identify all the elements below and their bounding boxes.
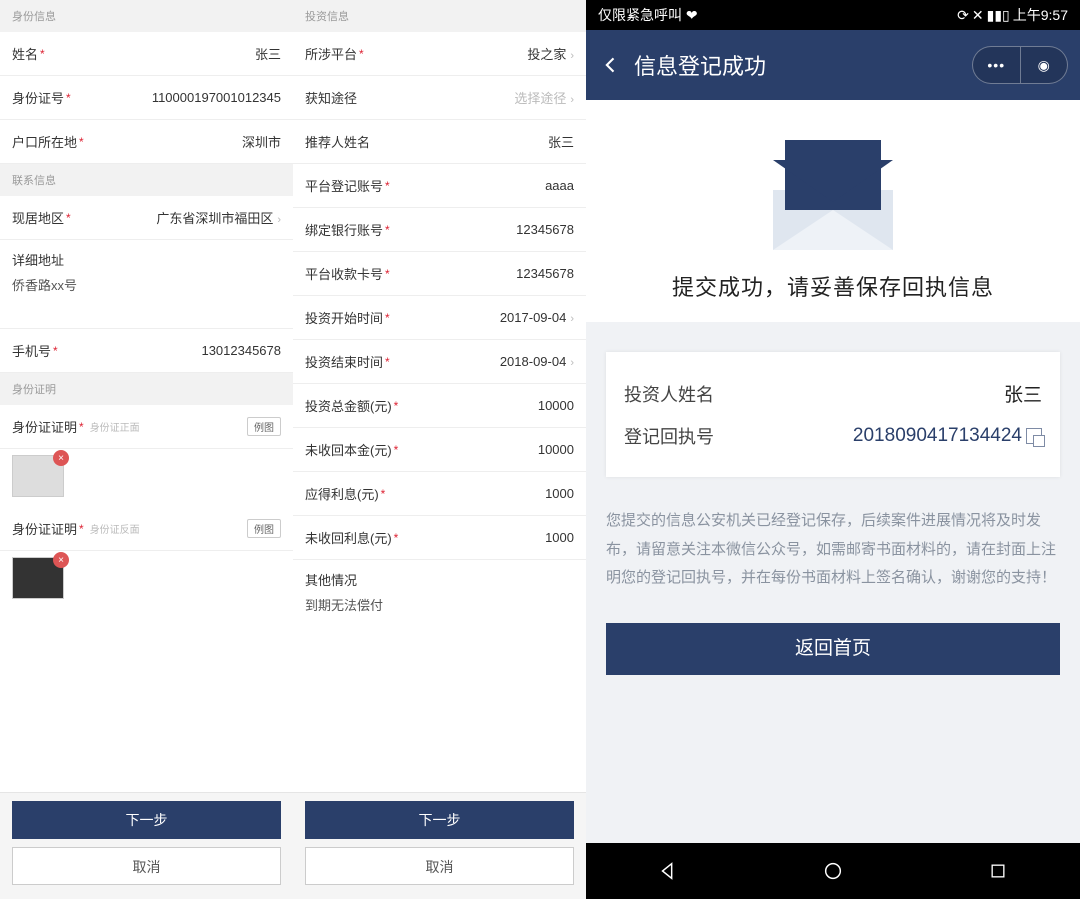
chevron-right-icon: › [277,214,281,226]
row-paycard[interactable]: 平台收款卡号* 12345678 [293,252,586,296]
value-name: 张三 [255,44,281,63]
value-receipt-no: 2018090417134424 [853,425,1042,447]
receipt-card: 投资人姓名 张三 登记回执号 2018090417134424 [606,352,1060,477]
cancel-button[interactable]: 取消 [305,847,574,885]
nav-recent-icon[interactable] [985,858,1011,884]
android-navbar [586,843,1080,899]
row-uinterest[interactable]: 未收回利息(元)* 1000 [293,516,586,560]
policy-note: 您提交的信息公安机关已经登记保存，后续案件进展情况将及时发布，请留意关注本微信公… [606,507,1060,593]
envelope-icon [773,140,893,250]
card-row-receipt: 登记回执号 2018090417134424 [624,415,1042,457]
row-bank[interactable]: 绑定银行账号* 12345678 [293,208,586,252]
card-row-name: 投资人姓名 张三 [624,372,1042,415]
footer: 下一步 取消 [0,792,293,899]
row-total[interactable]: 投资总金额(元)* 10000 [293,384,586,428]
row-start[interactable]: 投资开始时间* 2017-09-04› [293,296,586,340]
example-button[interactable]: 例图 [247,519,281,538]
row-addr[interactable]: 详细地址 侨香路xx号 [0,240,293,329]
success-message: 提交成功，请妥善保存回执信息 [606,270,1060,302]
row-proof-back: 身份证证明*身份证反面 例图 [0,507,293,551]
id-front-thumb[interactable]: × [12,455,64,497]
chevron-right-icon: › [570,50,574,62]
chevron-right-icon: › [570,94,574,106]
section-proof: 身份证明 [0,373,293,405]
capsule-menu-icon[interactable]: ••• [973,47,1021,83]
status-right: ⟳✕▮▮▯ 上午9:57 [957,5,1068,25]
page-title: 信息登记成功 [634,49,766,81]
value-phone: 13012345678 [201,343,281,358]
value-idno: 110000197001012345 [152,90,281,105]
cancel-button[interactable]: 取消 [12,847,281,885]
status-left: 仅限紧急呼叫 ❤ [598,5,698,25]
delete-icon[interactable]: × [53,552,69,568]
row-channel[interactable]: 获知途径 选择途径› [293,76,586,120]
section-invest: 投资信息 [293,0,586,32]
row-end[interactable]: 投资结束时间* 2018-09-04› [293,340,586,384]
nav-back-icon[interactable] [655,858,681,884]
row-idno[interactable]: 身份证号* 110000197001012345 [0,76,293,120]
row-hukou[interactable]: 户口所在地* 深圳市 [0,120,293,164]
row-other[interactable]: 其他情况 到期无法偿付 [293,560,586,624]
status-bar: 仅限紧急呼叫 ❤ ⟳✕▮▮▯ 上午9:57 [586,0,1080,30]
section-contact: 联系信息 [0,164,293,196]
home-button[interactable]: 返回首页 [606,623,1060,675]
row-phone[interactable]: 手机号* 13012345678 [0,329,293,373]
delete-icon[interactable]: × [53,450,69,466]
chevron-right-icon: › [570,313,574,325]
footer: 下一步 取消 [293,792,586,899]
nav-home-icon[interactable] [820,858,846,884]
app-header: 信息登记成功 ••• ◉ [586,30,1080,100]
success-panel: 提交成功，请妥善保存回执信息 [586,100,1080,322]
copy-icon[interactable] [1026,428,1042,444]
row-region[interactable]: 现居地区* 广东省深圳市福田区› [0,196,293,240]
capsule-close-icon[interactable]: ◉ [1021,47,1068,83]
value-hukou: 深圳市 [242,132,281,151]
next-button[interactable]: 下一步 [12,801,281,839]
value-investor-name: 张三 [1004,380,1042,407]
value-addr: 侨香路xx号 [12,275,77,294]
row-interest[interactable]: 应得利息(元)* 1000 [293,472,586,516]
id-back-thumb[interactable]: × [12,557,64,599]
row-account[interactable]: 平台登记账号* aaaa [293,164,586,208]
chevron-right-icon: › [570,357,574,369]
example-button[interactable]: 例图 [247,417,281,436]
section-identity: 身份信息 [0,0,293,32]
miniapp-capsule[interactable]: ••• ◉ [972,46,1068,84]
value-region: 广东省深圳市福田区 [156,211,273,226]
back-button[interactable] [596,50,626,80]
row-name[interactable]: 姓名* 张三 [0,32,293,76]
next-button[interactable]: 下一步 [305,801,574,839]
row-proof-front: 身份证证明*身份证正面 例图 [0,405,293,449]
row-referrer[interactable]: 推荐人姓名 张三 [293,120,586,164]
row-principal[interactable]: 未收回本金(元)* 10000 [293,428,586,472]
row-platform[interactable]: 所涉平台* 投之家› [293,32,586,76]
